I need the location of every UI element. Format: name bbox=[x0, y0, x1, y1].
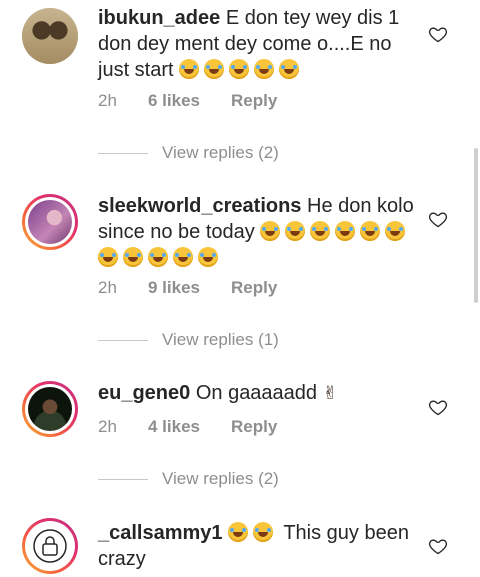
comment-text: ibukun_adee E don tey wey dis 1 don dey … bbox=[98, 5, 418, 83]
avatar[interactable] bbox=[22, 518, 78, 574]
face-with-tears-of-joy-emoji bbox=[310, 221, 331, 241]
divider-line bbox=[98, 339, 148, 341]
face-with-tears-of-joy-emoji bbox=[198, 247, 218, 267]
face-with-tears-of-joy-emoji bbox=[98, 247, 118, 267]
face-with-tears-of-joy-emoji bbox=[254, 59, 275, 79]
avatar[interactable] bbox=[22, 381, 78, 437]
laugh-emoji-group bbox=[228, 522, 283, 544]
lock-icon bbox=[33, 529, 67, 563]
timestamp: 2h bbox=[98, 417, 117, 436]
comment-text: _callsammy1 This guy been crazy bbox=[98, 520, 418, 572]
divider-line bbox=[98, 478, 148, 480]
reply-button[interactable]: Reply bbox=[231, 278, 277, 298]
scrollbar[interactable] bbox=[474, 148, 478, 303]
likes-count[interactable]: 4 likes bbox=[148, 417, 231, 437]
username[interactable]: eu_gene0 bbox=[98, 382, 190, 404]
laugh-emoji-group bbox=[179, 59, 304, 81]
comment-meta: 2h 6 likes Reply bbox=[98, 91, 277, 111]
view-replies-label: View replies (1) bbox=[162, 330, 279, 349]
face-with-tears-of-joy-emoji bbox=[335, 221, 356, 241]
comment-text: sleekworld_creations He don kolo since n… bbox=[98, 193, 418, 271]
timestamp: 2h bbox=[98, 91, 117, 110]
comment-body: On gaaaaadd bbox=[195, 382, 318, 404]
face-with-tears-of-joy-emoji bbox=[123, 247, 143, 267]
timestamp: 2h bbox=[98, 278, 117, 297]
view-replies-button[interactable]: View replies (1) bbox=[98, 330, 279, 350]
view-replies-button[interactable]: View replies (2) bbox=[98, 143, 279, 163]
face-with-tears-of-joy-emoji bbox=[204, 59, 225, 79]
username[interactable]: sleekworld_creations bbox=[98, 195, 301, 217]
comment-meta: 2h 4 likes Reply bbox=[98, 417, 277, 437]
view-replies-label: View replies (2) bbox=[162, 469, 279, 488]
face-with-tears-of-joy-emoji bbox=[148, 247, 168, 267]
view-replies-button[interactable]: View replies (2) bbox=[98, 469, 279, 489]
face-with-tears-of-joy-emoji bbox=[285, 221, 306, 241]
victory-hand-emoji: ✌ bbox=[322, 383, 338, 403]
face-with-tears-of-joy-emoji bbox=[260, 221, 281, 241]
view-replies-label: View replies (2) bbox=[162, 143, 279, 162]
heart-outline-icon[interactable] bbox=[428, 209, 448, 229]
face-with-tears-of-joy-emoji bbox=[253, 522, 274, 542]
reply-button[interactable]: Reply bbox=[231, 417, 277, 437]
likes-count[interactable]: 6 likes bbox=[148, 91, 231, 111]
face-with-tears-of-joy-emoji bbox=[279, 59, 300, 79]
face-with-tears-of-joy-emoji bbox=[385, 221, 406, 241]
face-with-tears-of-joy-emoji bbox=[173, 247, 193, 267]
heart-outline-icon[interactable] bbox=[428, 536, 448, 556]
username[interactable]: _callsammy1 bbox=[98, 522, 223, 544]
comment-text: eu_gene0 On gaaaaadd ✌ bbox=[98, 380, 418, 406]
reply-button[interactable]: Reply bbox=[231, 91, 277, 111]
avatar[interactable] bbox=[22, 8, 78, 64]
username[interactable]: ibukun_adee bbox=[98, 7, 220, 29]
divider-line bbox=[98, 152, 148, 154]
face-with-tears-of-joy-emoji bbox=[229, 59, 250, 79]
face-with-tears-of-joy-emoji bbox=[360, 221, 381, 241]
comment-meta: 2h 9 likes Reply bbox=[98, 278, 277, 298]
likes-count[interactable]: 9 likes bbox=[148, 278, 231, 298]
heart-outline-icon[interactable] bbox=[428, 397, 448, 417]
heart-outline-icon[interactable] bbox=[428, 24, 448, 44]
face-with-tears-of-joy-emoji bbox=[179, 59, 200, 79]
face-with-tears-of-joy-emoji bbox=[228, 522, 249, 542]
avatar[interactable] bbox=[22, 194, 78, 250]
